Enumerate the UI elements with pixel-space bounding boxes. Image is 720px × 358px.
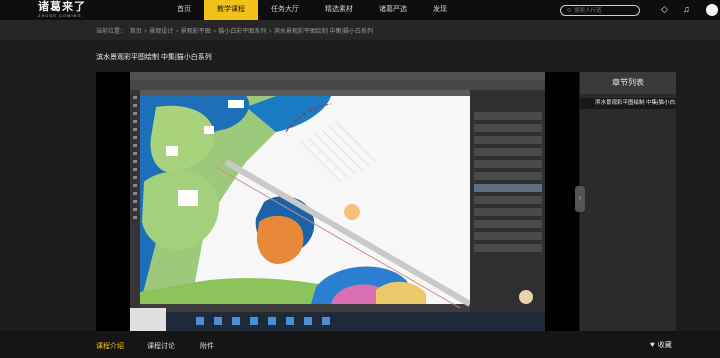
- chapter-list-header: 章节列表: [580, 72, 676, 94]
- tab-0[interactable]: 课程介绍: [96, 341, 124, 351]
- breadcrumb-separator: >: [212, 29, 217, 35]
- page-title: 滨水景观彩平图绘制 中集|猫小白系列: [96, 54, 212, 61]
- logo-text: 诸葛来了: [38, 1, 86, 13]
- avatar[interactable]: [706, 4, 718, 16]
- nav-item-4[interactable]: 诸葛严选: [366, 0, 420, 20]
- breadcrumb-item[interactable]: 景观设计: [149, 29, 173, 35]
- nav-item-5[interactable]: 发现: [420, 0, 460, 20]
- breadcrumb-label: 当前位置：: [96, 29, 127, 35]
- favorite-label: 收藏: [657, 342, 672, 349]
- nav-item-1[interactable]: 教学课程: [204, 0, 258, 20]
- bell-icon[interactable]: ♫: [683, 4, 690, 15]
- video-frame: [96, 72, 579, 331]
- search-icon: ○: [567, 7, 572, 14]
- breadcrumb-item[interactable]: 猫小白彩平图系列: [218, 29, 266, 35]
- breadcrumb-item[interactable]: 景观彩平图: [181, 29, 211, 35]
- search-box[interactable]: ○: [560, 5, 640, 16]
- breadcrumb-bar: 当前位置： 首页 > 景观设计 > 景观彩平图 > 猫小白彩平图系列 > 滨水景观彩平图绘制 中…: [0, 20, 720, 40]
- video-player[interactable]: [96, 72, 579, 331]
- collapse-panel-icon[interactable]: ‹: [575, 186, 585, 212]
- course-tab-bar: 课程介绍 课程讨论 附件 ♥ 收藏: [0, 331, 720, 358]
- nav-item-3[interactable]: 精选素材: [312, 0, 366, 20]
- site-logo[interactable]: 诸葛来了 ZHUGE COMING: [38, 1, 86, 19]
- tab-2[interactable]: 附件: [200, 341, 214, 351]
- nav-item-0[interactable]: 首页: [164, 0, 204, 20]
- favorite-button[interactable]: ♥ 收藏: [650, 340, 672, 350]
- breadcrumb-item[interactable]: 滨水景观彩平图绘制 中集|猫小白系列: [274, 29, 373, 35]
- tab-1[interactable]: 课程讨论: [147, 341, 175, 351]
- breadcrumb-separator: >: [268, 29, 272, 35]
- chapter-item[interactable]: 滨水景观彩平图绘制 中集|猫小白系列: [580, 98, 676, 109]
- diamond-icon[interactable]: ◇: [661, 4, 668, 15]
- top-navigation-bar: 诸葛来了 ZHUGE COMING 首页 教学课程 任务大厅 精选素材 诸葛严选 发现 ○…: [0, 0, 720, 20]
- breadcrumb-item[interactable]: 首页: [130, 29, 142, 35]
- logo-subtext: ZHUGE COMING: [38, 13, 82, 18]
- breadcrumb: 当前位置： 首页 > 景观设计 > 景观彩平图 > 猫小白彩平图系列 > 滨水景观彩平图绘制 中…: [96, 26, 375, 35]
- breadcrumb-separator: >: [175, 29, 179, 35]
- main-nav: 首页 教学课程 任务大厅 精选素材 诸葛严选 发现: [164, 0, 460, 20]
- search-input[interactable]: [574, 6, 638, 15]
- chapter-list-panel: 章节列表 滨水景观彩平图绘制 中集|猫小白系列: [580, 72, 676, 331]
- heart-icon: ♥: [650, 340, 655, 349]
- breadcrumb-separator: >: [143, 29, 148, 35]
- nav-item-2[interactable]: 任务大厅: [258, 0, 312, 20]
